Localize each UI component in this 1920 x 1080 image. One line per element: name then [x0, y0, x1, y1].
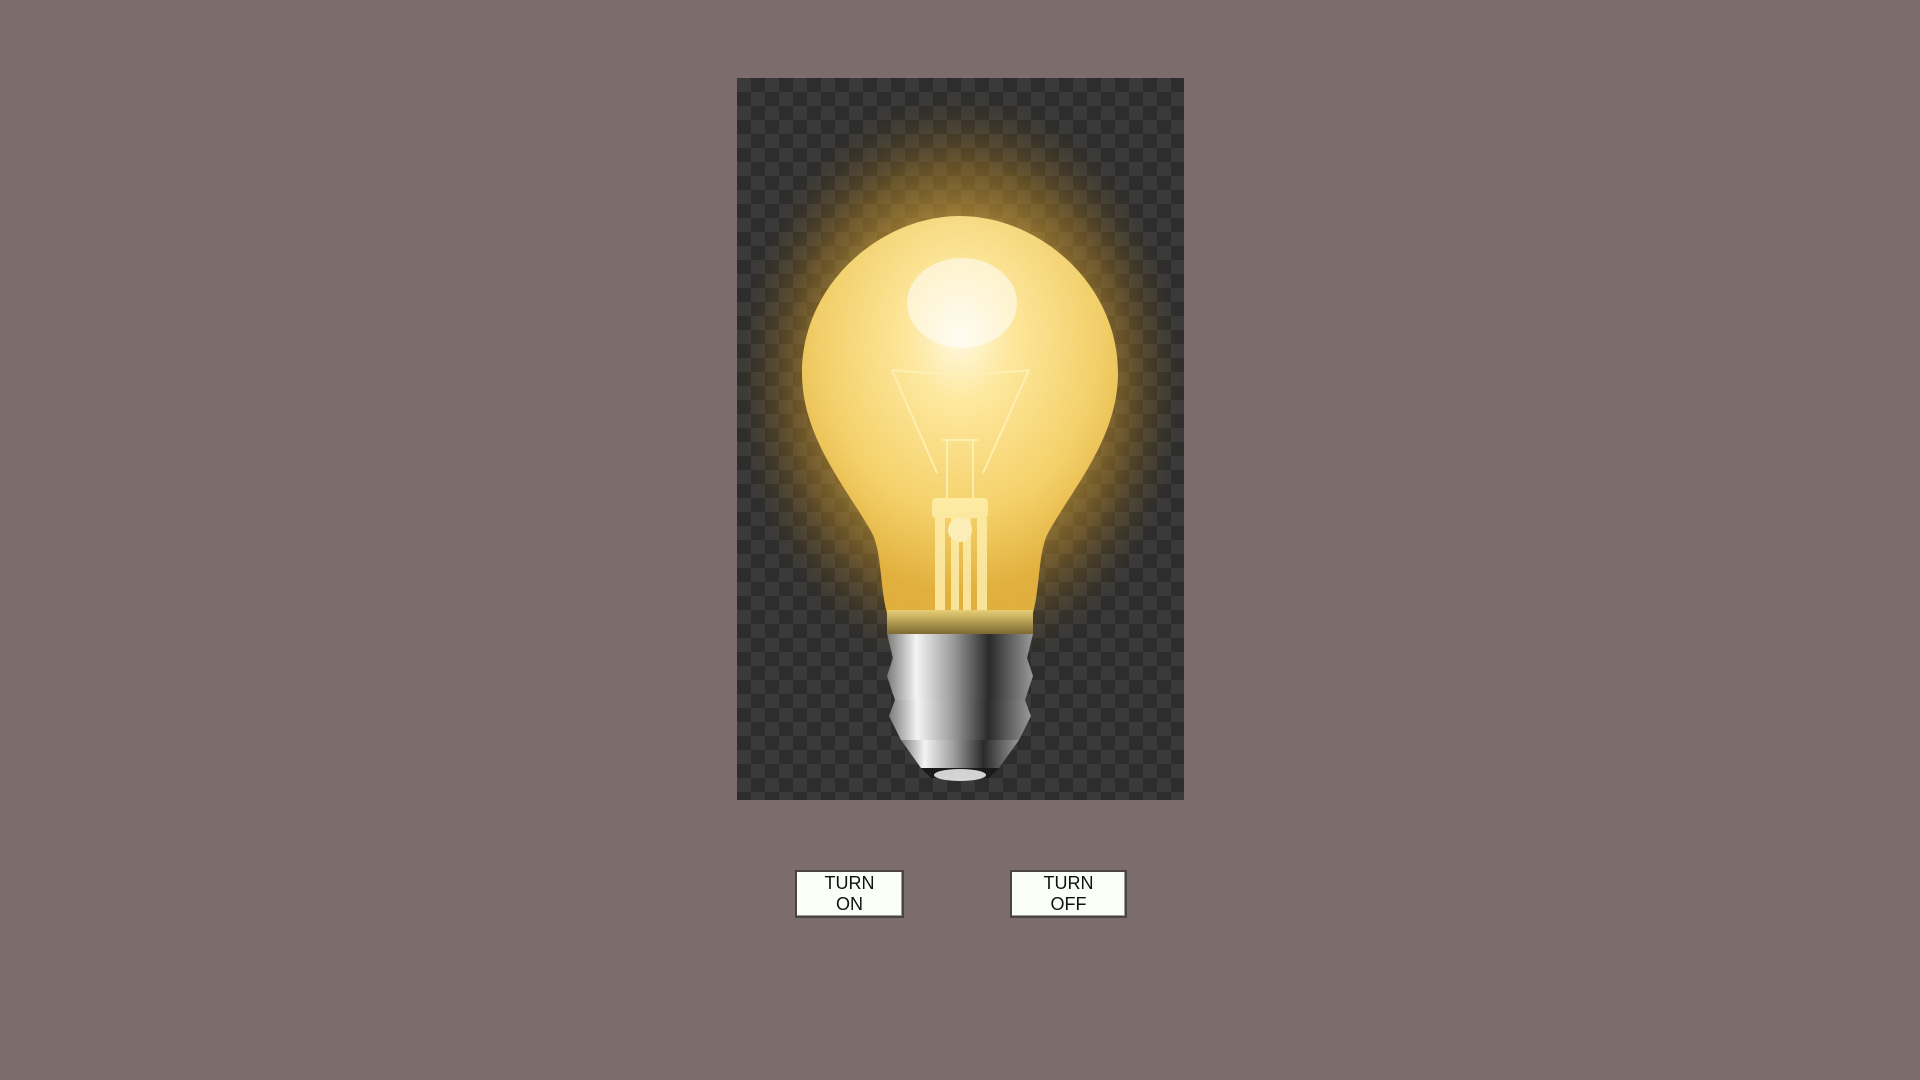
light-bulb-icon [737, 93, 1184, 781]
turn-on-button[interactable]: TURN ON [795, 870, 904, 918]
light-bulb-image [737, 78, 1184, 800]
turn-off-button[interactable]: TURN OFF [1010, 870, 1127, 918]
